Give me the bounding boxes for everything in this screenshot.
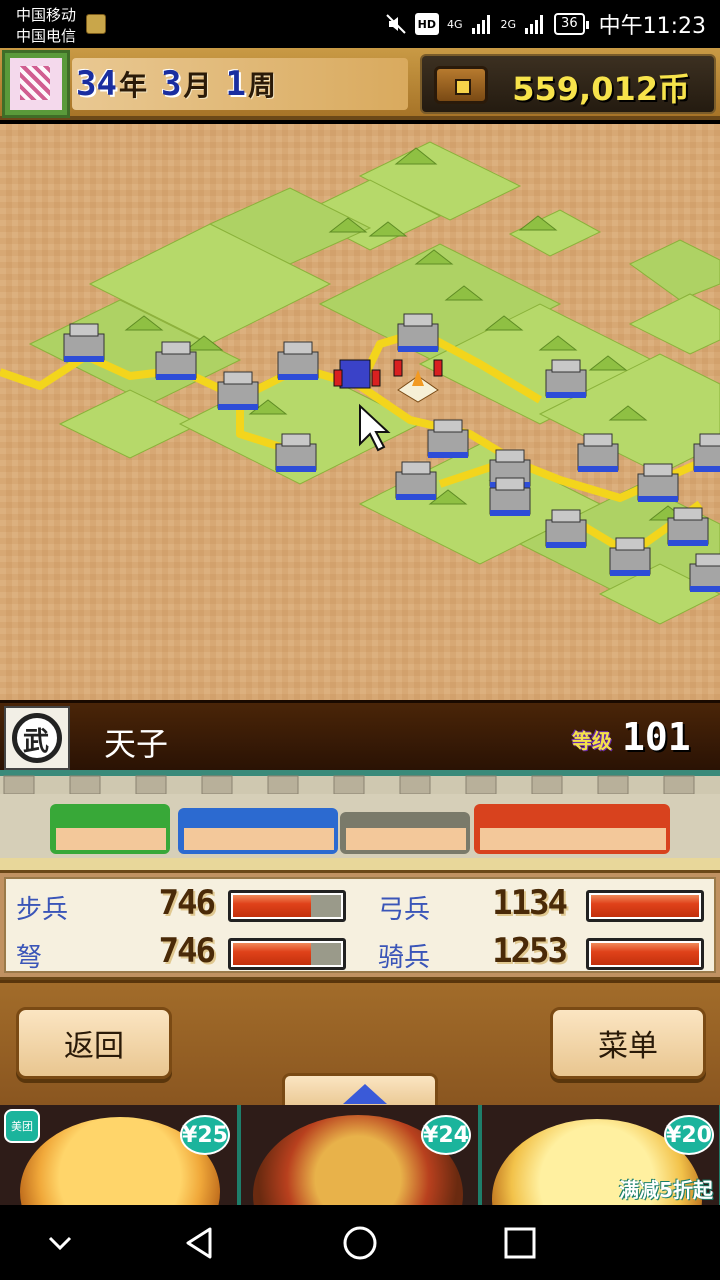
army-formation xyxy=(0,770,720,870)
android-nav-bar xyxy=(0,1205,720,1280)
command-panel: 返回 菜单 xyxy=(0,980,720,1109)
stat-value: 746 xyxy=(158,931,216,971)
signal-icon-2 xyxy=(525,15,544,34)
ad-item[interactable]: ¥20 满减5折起 xyxy=(482,1105,719,1205)
lord-info-bar: 天子 等级 101 xyxy=(0,700,720,770)
promo-text: 满减5折起 xyxy=(619,1178,713,1202)
ad-item[interactable]: ¥24 xyxy=(241,1105,478,1205)
stat-value: 1134 xyxy=(492,883,568,923)
treasure-chest-icon xyxy=(434,66,488,104)
back-button[interactable]: 返回 xyxy=(16,1007,172,1079)
cavalry-unit xyxy=(474,804,670,854)
archer-unit xyxy=(340,812,470,854)
stat-bar-fill xyxy=(591,943,699,965)
castle-marker[interactable] xyxy=(577,433,619,472)
clan-crest-icon xyxy=(4,706,70,770)
stat-bar xyxy=(586,938,704,970)
level-value: 101 xyxy=(622,715,691,759)
date-panel: 34 年 3 月 1 周 xyxy=(72,58,408,110)
triangle-left-icon[interactable] xyxy=(180,1223,220,1263)
battery-indicator: 36 xyxy=(554,13,589,35)
network-label-1: 4G xyxy=(446,17,463,31)
price-badge: ¥24 xyxy=(421,1115,471,1155)
month-label: 月 xyxy=(183,69,212,102)
castle-marker[interactable] xyxy=(397,313,439,352)
map-canvas[interactable] xyxy=(0,124,720,700)
player-avatar[interactable] xyxy=(2,50,70,118)
castle-marker[interactable] xyxy=(667,507,709,546)
castle-marker[interactable] xyxy=(277,341,319,380)
game-header: 34 年 3 月 1 周 559,012币 xyxy=(0,48,720,120)
troop-stats-panel: 步兵 746 弓兵 1134 弩 746 骑兵 1253 xyxy=(4,877,716,973)
ad-item[interactable]: 美团 ¥25 xyxy=(0,1105,237,1205)
world-map[interactable] xyxy=(0,124,720,700)
castle-marker[interactable] xyxy=(395,461,437,500)
stat-value: 1253 xyxy=(492,931,568,971)
stat-bar-empty xyxy=(311,895,341,917)
castle-marker[interactable] xyxy=(545,359,587,398)
castle-marker[interactable] xyxy=(545,509,587,548)
meituan-logo: 美团 xyxy=(4,1109,40,1143)
troop-stats: 步兵 746 弓兵 1134 弩 746 骑兵 1253 xyxy=(0,870,720,980)
stat-bar xyxy=(228,890,346,922)
stat-bar xyxy=(228,938,346,970)
mute-icon xyxy=(385,14,406,34)
castle-marker[interactable] xyxy=(155,341,197,380)
stat-infantry: 步兵 746 xyxy=(6,883,356,925)
castle-marker[interactable] xyxy=(489,477,531,516)
ad-banner[interactable]: 美团 ¥25 ¥24 ¥20 满减5折起 xyxy=(0,1105,720,1205)
infantry-unit xyxy=(50,804,170,854)
week-label: 周 xyxy=(247,69,276,102)
stat-archer: 弓兵 1134 xyxy=(368,883,718,925)
crossbow-unit xyxy=(178,808,338,854)
network-label-2: 2G xyxy=(500,17,517,31)
circle-icon[interactable] xyxy=(340,1223,380,1263)
week-value: 1 xyxy=(225,64,246,104)
carrier-2: 中国电信 xyxy=(16,27,77,45)
stat-label: 弩 xyxy=(16,943,43,973)
year-value: 34 xyxy=(76,64,117,104)
stat-bar xyxy=(586,890,704,922)
stat-bar-empty xyxy=(311,943,341,965)
castle-marker[interactable] xyxy=(217,371,259,410)
money-panel: 559,012币 xyxy=(420,54,716,114)
price-badge: ¥20 xyxy=(664,1115,714,1155)
stat-value: 746 xyxy=(158,883,216,923)
money-value: 559,012币 xyxy=(512,70,690,108)
level-label: 等级 xyxy=(572,729,612,753)
app-notification-icon xyxy=(86,14,106,34)
stat-label: 弓兵 xyxy=(378,895,431,925)
stat-bar-fill xyxy=(591,895,699,917)
stat-bar-fill xyxy=(233,895,311,917)
castle-marker[interactable] xyxy=(637,463,679,502)
stat-bar-fill xyxy=(233,943,311,965)
clock: 中午11:23 xyxy=(598,14,706,39)
stat-crossbow: 弩 746 xyxy=(6,931,356,973)
avatar-portrait xyxy=(10,58,62,110)
status-icons: HD 4G 2G 36 中午11:23 xyxy=(385,10,706,39)
army-scene xyxy=(0,770,720,870)
month-value: 3 xyxy=(160,64,182,104)
carrier-1: 中国移动 xyxy=(16,6,77,24)
chevron-down-icon[interactable] xyxy=(40,1223,80,1263)
stat-label: 步兵 xyxy=(16,895,69,925)
expand-panel-button[interactable] xyxy=(282,1073,438,1109)
stat-cavalry: 骑兵 1253 xyxy=(368,931,718,973)
castle-marker[interactable] xyxy=(427,419,469,458)
lord-name: 天子 xyxy=(104,725,169,763)
status-bar: 中国移动 中国电信 HD 4G 2G 36 中午11:23 xyxy=(0,0,720,48)
signal-icon-1 xyxy=(471,15,490,34)
castle-marker[interactable] xyxy=(275,433,317,472)
triangle-up-icon xyxy=(343,1084,387,1104)
stat-label: 骑兵 xyxy=(378,943,431,973)
year-label: 年 xyxy=(118,69,147,102)
price-badge: ¥25 xyxy=(180,1115,230,1155)
hd-badge: HD xyxy=(414,13,439,35)
castle-marker[interactable] xyxy=(63,323,105,362)
castle-marker[interactable] xyxy=(609,537,651,576)
menu-button[interactable]: 菜单 xyxy=(550,1007,706,1079)
square-icon[interactable] xyxy=(500,1223,540,1263)
